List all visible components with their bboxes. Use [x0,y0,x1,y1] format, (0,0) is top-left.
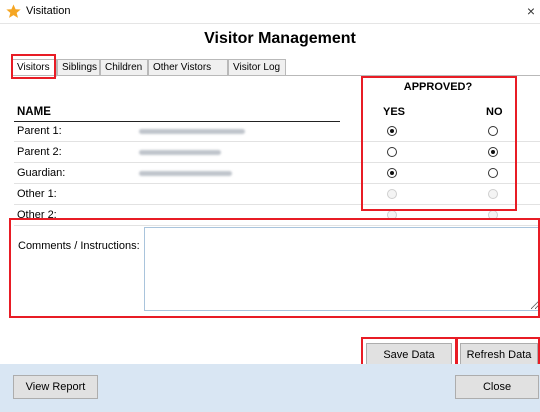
visitor-row-guardian: Guardian: [14,163,540,184]
no-column-header: NO [486,106,503,118]
row-label: Other 1: [17,188,57,200]
footer-bar: View Report Close [0,364,540,412]
title-bar: Visitation × [0,0,540,24]
other-1-yes-radio[interactable] [387,189,397,199]
window-close-icon[interactable]: × [522,0,540,24]
comments-input[interactable] [144,227,540,311]
tab-divider [12,75,540,76]
visitor-row-parent-1: Parent 1: [14,121,540,142]
tab-siblings[interactable]: Siblings [57,59,100,76]
redacted-name [139,129,245,134]
other-2-no-radio[interactable] [488,210,498,220]
parent-1-no-radio[interactable] [488,126,498,136]
redacted-name [139,171,232,176]
close-button[interactable]: Close [455,375,539,399]
visitor-row-parent-2: Parent 2: [14,142,540,163]
parent-1-yes-radio[interactable] [387,126,397,136]
row-label: Guardian: [17,167,66,179]
approved-header: APPROVED? [403,81,473,93]
other-2-yes-radio[interactable] [387,210,397,220]
name-column-header: NAME [17,106,51,118]
redacted-name [139,150,221,155]
tab-children[interactable]: Children [100,59,148,76]
parent-2-no-radio[interactable] [488,147,498,157]
view-report-button[interactable]: View Report [13,375,98,399]
other-1-no-radio[interactable] [488,189,498,199]
page-title: Visitor Management [204,30,356,47]
parent-2-yes-radio[interactable] [387,147,397,157]
tab-other-visitors[interactable]: Other Vistors [148,59,228,76]
row-label: Parent 2: [17,146,62,158]
row-label: Parent 1: [17,125,62,137]
yes-column-header: YES [383,106,406,118]
guardian-no-radio[interactable] [488,168,498,178]
tab-visitor-log[interactable]: Visitor Log [228,59,286,76]
star-icon [6,4,21,18]
visitor-row-other-1: Other 1: [14,184,540,205]
comments-label: Comments / Instructions: [18,240,140,252]
row-label: Other 2: [17,209,57,221]
visitor-row-other-2: Other 2: [14,205,540,226]
guardian-yes-radio[interactable] [387,168,397,178]
window-title: Visitation [26,5,71,17]
